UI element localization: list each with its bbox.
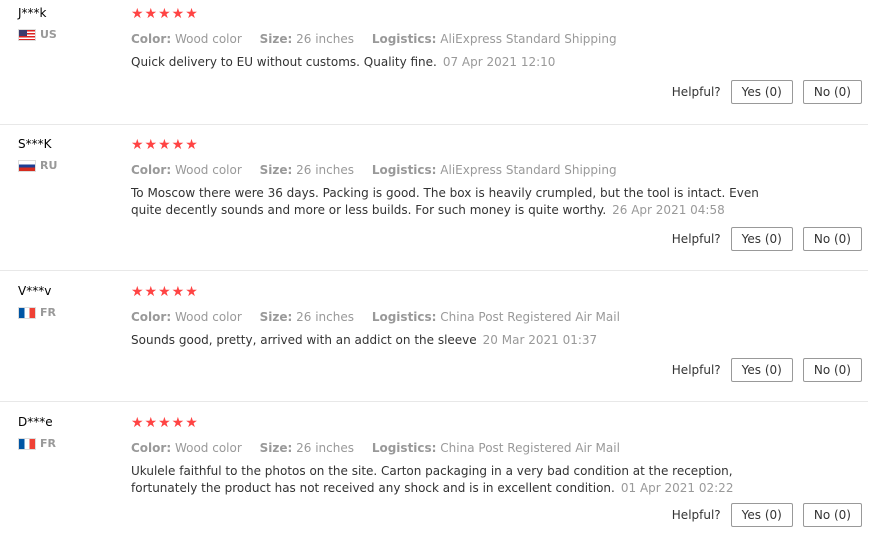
size-value: 26 inches <box>296 310 354 324</box>
ru-flag-icon <box>18 159 36 172</box>
reviewer-name: V***v <box>18 284 52 298</box>
reviewer-country: RU <box>18 159 57 172</box>
review-text-block: Ukulele faithful to the photos on the si… <box>131 463 791 497</box>
review-date: 07 Apr 2021 12:10 <box>442 55 556 69</box>
helpful-yes-button[interactable]: Yes (0) <box>730 503 793 527</box>
order-details: Color: Wood color Size: 26 inches Logist… <box>131 441 791 455</box>
helpful-no-button[interactable]: No (0) <box>802 503 862 527</box>
country-code: RU <box>40 159 58 172</box>
star-rating: ★★★★★ <box>131 415 199 431</box>
color-value: Wood color <box>174 32 242 46</box>
logistics-label: Logistics: <box>371 163 437 177</box>
order-details: Color: Wood color Size: 26 inches Logist… <box>131 310 791 324</box>
size-value: 26 inches <box>296 163 354 177</box>
logistics-value: AliExpress Standard Shipping <box>440 32 617 46</box>
us-flag-icon <box>18 28 36 41</box>
helpful-yes-button[interactable]: Yes (0) <box>730 227 793 251</box>
country-code: US <box>40 28 57 41</box>
fr-flag-icon <box>18 306 36 319</box>
logistics-value: China Post Registered Air Mail <box>440 441 620 455</box>
country-code: FR <box>40 437 56 450</box>
order-details: Color: Wood color Size: 26 inches Logist… <box>131 163 791 177</box>
size-label: Size: <box>259 310 293 324</box>
reviewer-name: D***e <box>18 415 53 429</box>
review-text-block: To Moscow there were 36 days. Packing is… <box>131 185 791 219</box>
reviewer-info: D***e FR <box>18 415 56 450</box>
reviewer-country: FR <box>18 437 56 450</box>
helpful-section: Helpful? Yes (0) No (0) <box>672 358 862 382</box>
reviewer-country: FR <box>18 306 56 319</box>
helpful-yes-button[interactable]: Yes (0) <box>730 80 793 104</box>
logistics-label: Logistics: <box>371 32 437 46</box>
review-date: 01 Apr 2021 02:22 <box>620 481 734 495</box>
review-text: Quick delivery to EU without customs. Qu… <box>131 55 437 69</box>
star-rating: ★★★★★ <box>131 6 199 22</box>
reviewer-info: J***k US <box>18 6 57 41</box>
reviewer-name: S***K <box>18 137 52 151</box>
review-date: 26 Apr 2021 04:58 <box>612 203 725 217</box>
review-date: 20 Mar 2021 01:37 <box>482 333 598 347</box>
helpful-section: Helpful? Yes (0) No (0) <box>672 227 862 251</box>
review-item: V***v FR ★★★★★ Color: Wood color Size: 2… <box>0 278 868 402</box>
logistics-value: AliExpress Standard Shipping <box>440 163 617 177</box>
helpful-label: Helpful? <box>671 363 721 377</box>
size-label: Size: <box>259 32 293 46</box>
size-value: 26 inches <box>296 32 354 46</box>
helpful-label: Helpful? <box>671 508 721 522</box>
review-item: J***k US ★★★★★ Color: Wood color Size: 2… <box>0 0 868 125</box>
helpful-no-button[interactable]: No (0) <box>802 80 862 104</box>
reviewer-name: J***k <box>18 6 47 20</box>
color-label: Color: <box>131 163 172 177</box>
reviewer-info: S***K RU <box>18 137 57 172</box>
helpful-yes-button[interactable]: Yes (0) <box>730 358 793 382</box>
color-value: Wood color <box>174 310 242 324</box>
country-code: FR <box>40 306 56 319</box>
size-label: Size: <box>259 441 293 455</box>
color-value: Wood color <box>174 163 242 177</box>
size-value: 26 inches <box>296 441 354 455</box>
reviewer-country: US <box>18 28 57 41</box>
star-rating: ★★★★★ <box>131 284 199 300</box>
helpful-no-button[interactable]: No (0) <box>802 358 862 382</box>
star-rating: ★★★★★ <box>131 137 199 153</box>
order-details: Color: Wood color Size: 26 inches Logist… <box>131 32 791 46</box>
color-value: Wood color <box>174 441 242 455</box>
color-label: Color: <box>131 441 172 455</box>
reviewer-info: V***v FR <box>18 284 56 319</box>
helpful-label: Helpful? <box>671 232 721 246</box>
color-label: Color: <box>131 32 172 46</box>
review-item: D***e FR ★★★★★ Color: Wood color Size: 2… <box>0 409 868 546</box>
logistics-label: Logistics: <box>371 310 437 324</box>
logistics-label: Logistics: <box>371 441 437 455</box>
color-label: Color: <box>131 310 172 324</box>
review-item: S***K RU ★★★★★ Color: Wood color Size: 2… <box>0 131 868 271</box>
helpful-label: Helpful? <box>671 85 721 99</box>
size-label: Size: <box>259 163 293 177</box>
fr-flag-icon <box>18 437 36 450</box>
review-text: Sounds good, pretty, arrived with an add… <box>131 333 477 347</box>
helpful-section: Helpful? Yes (0) No (0) <box>672 503 862 527</box>
review-text-block: Quick delivery to EU without customs. Qu… <box>131 54 791 71</box>
review-text-block: Sounds good, pretty, arrived with an add… <box>131 332 791 349</box>
helpful-section: Helpful? Yes (0) No (0) <box>672 80 862 104</box>
logistics-value: China Post Registered Air Mail <box>440 310 620 324</box>
helpful-no-button[interactable]: No (0) <box>802 227 862 251</box>
